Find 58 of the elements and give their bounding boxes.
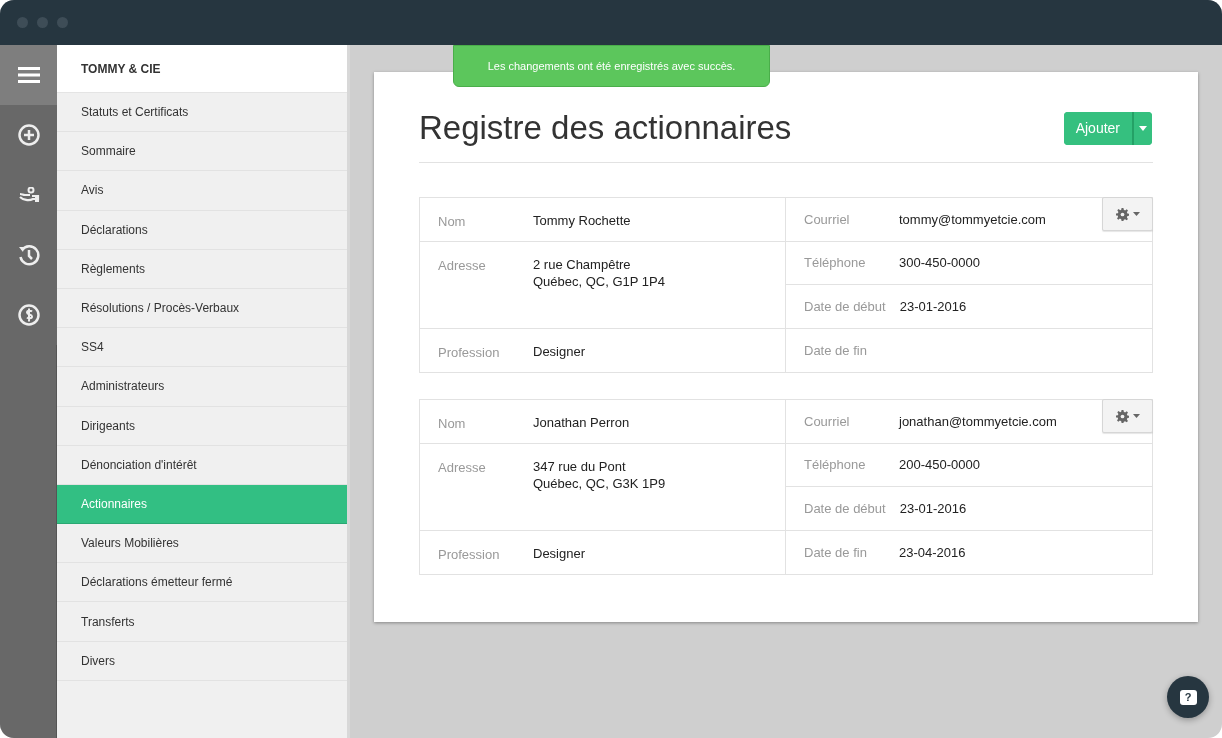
company-name: TOMMY & CIE	[57, 45, 347, 93]
sidebar-item[interactable]: Administrateurs	[57, 367, 347, 407]
dollar-circle-icon	[17, 304, 40, 326]
field-value: Designer	[533, 545, 586, 562]
field-value: Jonathan Perron	[533, 414, 630, 431]
sidebar-item[interactable]: Règlements	[57, 249, 347, 289]
caret-icon	[1132, 414, 1140, 418]
field-label: Nom	[438, 213, 467, 231]
caret-icon	[1139, 125, 1147, 131]
sidebar-item[interactable]: Déclarations émetteur fermé	[57, 563, 347, 603]
field-label: Téléphone	[804, 456, 867, 474]
sidebar-item[interactable]: Dirigeants	[57, 406, 347, 446]
field-label: Courriel	[804, 210, 851, 229]
sidebar-item[interactable]: Sommaire	[57, 132, 347, 172]
sidebar-item[interactable]: Avis	[57, 171, 347, 211]
sidebar-item[interactable]: Valeurs Mobilières	[57, 524, 347, 564]
field-label: Date de début	[804, 499, 886, 518]
menu-icon	[17, 67, 40, 83]
field-value: tommy@tommyetcie.com	[899, 210, 1046, 229]
success-toast: Les changements ont été enregistrés avec succès.	[453, 45, 770, 87]
history-icon	[17, 244, 40, 266]
add-circle-icon	[17, 124, 40, 146]
field-label: Profession	[438, 546, 501, 564]
field-value: Tommy Rochette	[533, 212, 631, 229]
field-label: Date de fin	[804, 543, 868, 562]
caret-icon	[1132, 212, 1140, 216]
field-label: Date de fin	[804, 341, 868, 360]
field-label: Adresse	[438, 257, 487, 275]
field-label: Adresse	[438, 459, 487, 477]
field-value: 23-01-2016	[899, 297, 967, 316]
sidebar-item[interactable]: SS4	[57, 328, 347, 368]
field-value: 2 rue Champêtre Québec, QC, G1P 1P4	[533, 256, 665, 290]
help-bubble-icon: ?	[1179, 689, 1197, 705]
field-label: Date de début	[804, 297, 886, 316]
field-value: jonathan@tommyetcie.com	[899, 412, 1057, 431]
field-value: 23-04-2016	[899, 543, 966, 562]
field-label: Nom	[438, 415, 467, 433]
field-label: Courriel	[804, 412, 851, 431]
settings-icon	[1115, 409, 1129, 423]
page-title: Registre des actionnaires	[419, 108, 792, 148]
sidebar-item[interactable]: Transferts	[57, 602, 347, 642]
sidebar-item[interactable]: Déclarations	[57, 210, 347, 250]
field-label: Téléphone	[804, 254, 867, 272]
sidebar-item[interactable]: Dénonciation d'intérêt	[57, 445, 347, 485]
field-value: 347 rue du Pont Québec, QC, G3K 1P9	[533, 458, 666, 492]
field-value: 300-450-0000	[899, 254, 980, 272]
sidebar-item[interactable]: Statuts et Certificats	[57, 93, 347, 133]
settings-button[interactable]	[1102, 197, 1153, 231]
settings-button[interactable]	[1102, 399, 1153, 433]
settings-icon	[1115, 207, 1129, 221]
field-value: 200-450-0000	[899, 456, 980, 474]
field-label: Profession	[438, 344, 501, 362]
field-value: 23-01-2016	[899, 499, 967, 518]
sidebar-item[interactable]: Divers	[57, 641, 347, 681]
help-button[interactable]: ?	[1167, 676, 1209, 718]
field-value: Designer	[533, 343, 586, 360]
hand-key-icon	[17, 187, 40, 203]
sidebar-item[interactable]: Résolutions / Procès-Verbaux	[57, 288, 347, 329]
